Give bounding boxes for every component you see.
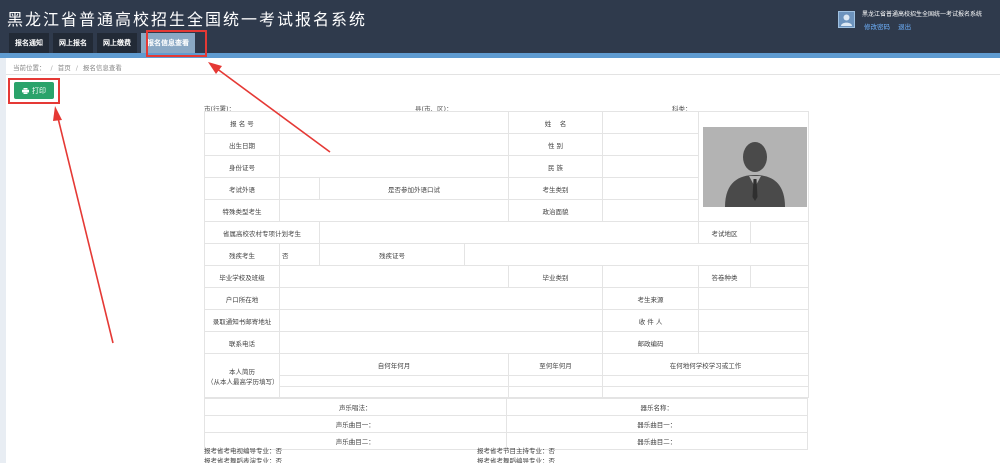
special-type-label: 特殊类型考生: [204, 199, 280, 222]
app-title: 黑龙江省普通高校招生全国统一考试报名系统: [7, 10, 368, 29]
reg-no-value: [278, 111, 510, 134]
annotation-arrowhead-print: [53, 106, 62, 121]
phone-label: 联系电话: [204, 331, 280, 354]
zip-label: 邮政编码: [602, 331, 700, 354]
user-panel: 黑龙江省普通高校招生全国统一考试报名系统 修改密码 退出: [838, 8, 1000, 34]
disabled-value: 否: [279, 243, 320, 266]
name-label: 姓 名: [508, 111, 604, 134]
annotation-arrow-print: [57, 117, 114, 344]
rural-plan-label: 省属高校农村专项计划考生: [204, 221, 320, 244]
recipient-label: 收 件 人: [602, 309, 700, 332]
disabled-label: 残疾考生: [204, 243, 280, 266]
tab-online-registration[interactable]: 网上报名: [53, 33, 93, 53]
annotation-box-print: [8, 78, 60, 104]
user-links: 修改密码 退出: [864, 21, 917, 31]
grad-school-label: 毕业学校及班级: [204, 265, 280, 288]
breadcrumb-current: 报名信息查看: [82, 64, 122, 72]
user-avatar-icon: [838, 11, 855, 28]
exam-area-label: 考试地区: [698, 221, 752, 244]
extra-dance-performance: 报考省考舞蹈表演专业：否: [204, 457, 282, 463]
id-no-label: 身份证号: [204, 155, 280, 178]
annotation-arrowhead-tab: [208, 62, 222, 74]
oral-test-label: 是否参加外语口试: [318, 177, 510, 200]
breadcrumb-prefix: 当前位置：: [13, 64, 46, 72]
grad-category-label: 毕业类别: [508, 265, 604, 288]
left-stripe: [0, 58, 6, 463]
logout-link[interactable]: 退出: [898, 23, 911, 31]
breadcrumb-home[interactable]: 首页: [58, 64, 71, 72]
name-value: [602, 111, 700, 134]
hukou-label: 户口所在地: [204, 287, 280, 310]
extra-tv-directing: 报考省考电视编导专业：否: [204, 447, 282, 455]
vocal-song1-label: 声乐曲目一：: [204, 415, 507, 433]
instrument-label: 器乐名称：: [505, 398, 808, 416]
tab-online-payment[interactable]: 网上缴费: [97, 33, 137, 53]
ethnic-label: 民 族: [508, 155, 604, 178]
mail-address-label: 录取通知书邮寄地址: [204, 309, 280, 332]
photo-placeholder-icon: [703, 126, 808, 207]
music-table: 声乐唱法： 器乐名称： 声乐曲目一： 器乐曲目一： 声乐曲目二： 器乐曲目二：: [204, 398, 808, 450]
annotation-box-tab: [146, 30, 207, 57]
resume-label: 本人简历 （从本人最高学历填写）: [204, 353, 280, 398]
change-password-link[interactable]: 修改密码: [864, 23, 890, 31]
photo-cell: [698, 111, 810, 222]
extra-dance-directing: 报考省考舞蹈编导专业：否: [477, 457, 555, 463]
registration-form: 报 名 号 姓 名 出生日期 性 别 身份证号 民 族 考试外语 是否参加外语口…: [204, 111, 810, 450]
user-name: 黑龙江省普通高校招生全国统一考试报名系统: [862, 11, 983, 18]
disabled-cert-label: 残疾证号: [319, 243, 465, 266]
origin-label: 考生来源: [602, 287, 700, 310]
political-label: 政治面貌: [508, 199, 604, 222]
to-date-label: 至何年何月: [508, 353, 604, 376]
breadcrumb: 当前位置： / 首页 / 报名信息查看: [13, 64, 122, 72]
where-label: 在何地何学校学习或工作: [602, 353, 810, 376]
from-date-label: 自何年何月: [278, 353, 510, 376]
gender-label: 性 别: [508, 133, 604, 156]
reg-no-label: 报 名 号: [204, 111, 280, 134]
vocal-style-label: 声乐唱法：: [204, 398, 507, 416]
exam-category-label: 考生类别: [508, 177, 604, 200]
exam-language-label: 答卷种类: [698, 265, 752, 288]
extra-host: 报考省考节目主持专业：否: [477, 447, 555, 455]
divider: [6, 74, 1000, 75]
tab-registration-notice[interactable]: 报名通知: [9, 33, 49, 53]
foreign-lang-label: 考试外语: [204, 177, 280, 200]
inst-song1-label: 器乐曲目一：: [505, 415, 808, 433]
birth-label: 出生日期: [204, 133, 280, 156]
